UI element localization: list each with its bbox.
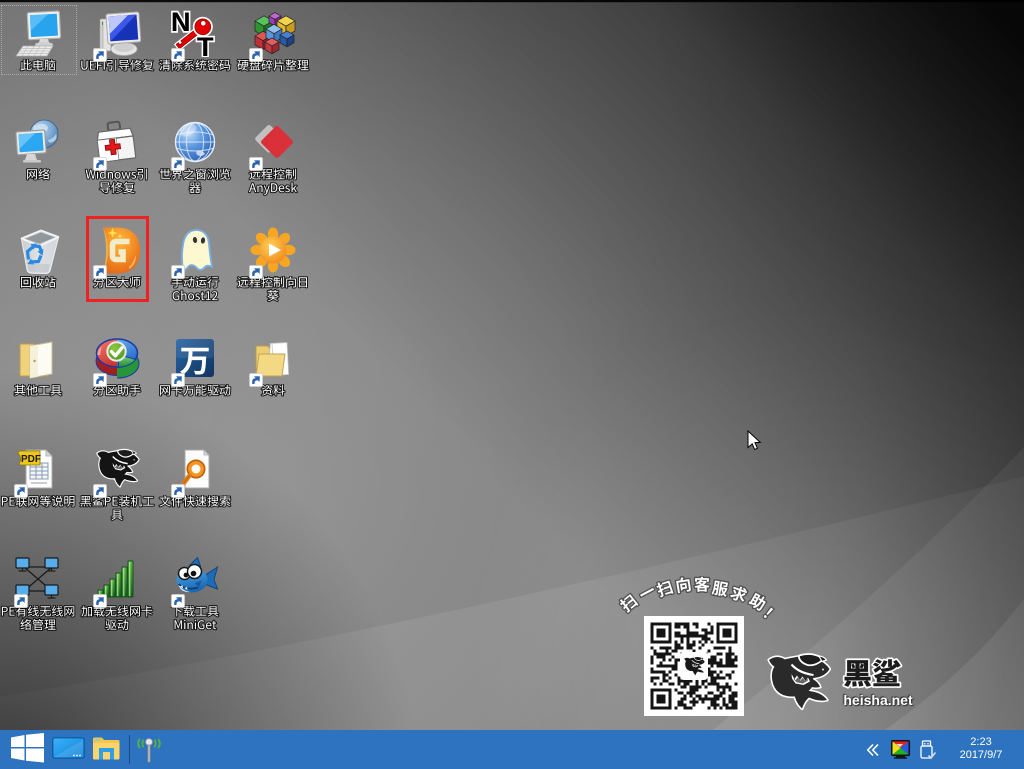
svg-text:PDF: PDF	[21, 454, 41, 465]
svg-text:T: T	[197, 32, 214, 57]
svg-text:N: N	[171, 9, 191, 37]
